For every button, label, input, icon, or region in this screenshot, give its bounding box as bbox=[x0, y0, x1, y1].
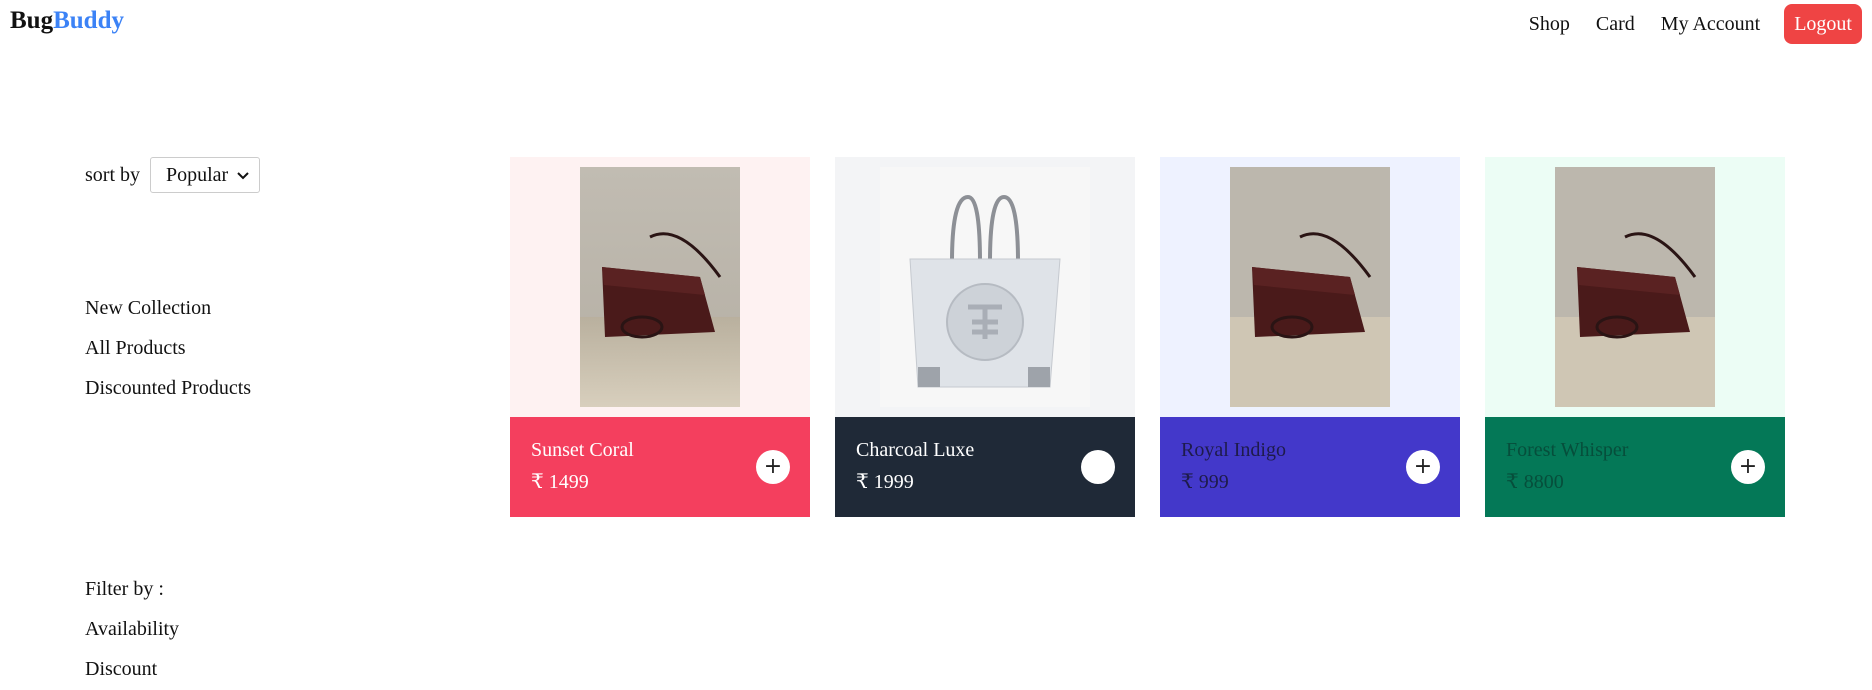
sort-label: sort by bbox=[85, 163, 140, 186]
menu-item-new-collection[interactable]: New Collection bbox=[85, 295, 251, 335]
product-image-brown-handbag bbox=[580, 167, 740, 407]
product-card[interactable]: Royal Indigo ₹ 999 + bbox=[1160, 157, 1460, 517]
filter-section: Filter by : Availability Discount bbox=[85, 576, 179, 690]
product-card[interactable]: Charcoal Luxe ₹ 1999 bbox=[835, 157, 1135, 517]
product-name: Sunset Coral bbox=[531, 439, 634, 461]
product-image-area bbox=[510, 157, 810, 417]
product-image-area bbox=[1485, 157, 1785, 417]
logo-part-buddy: Buddy bbox=[53, 7, 124, 34]
product-info-panel: Forest Whisper ₹ 8800 + bbox=[1485, 417, 1785, 517]
product-price: ₹ 1499 bbox=[531, 471, 589, 493]
product-image-brown-handbag bbox=[1230, 167, 1390, 407]
product-card[interactable]: Forest Whisper ₹ 8800 + bbox=[1485, 157, 1785, 517]
logo[interactable]: BugBuddy bbox=[10, 7, 124, 35]
logout-button[interactable]: Logout bbox=[1784, 4, 1862, 44]
main-nav: Shop Card My Account Logout bbox=[1503, 4, 1862, 44]
product-image-brown-handbag bbox=[1555, 167, 1715, 407]
menu-item-discounted-products[interactable]: Discounted Products bbox=[85, 375, 251, 415]
product-name: Royal Indigo bbox=[1181, 439, 1286, 461]
sort-select[interactable]: Popular bbox=[150, 157, 260, 193]
product-image-area bbox=[1160, 157, 1460, 417]
nav-shop-link[interactable]: Shop bbox=[1529, 13, 1570, 36]
product-name: Charcoal Luxe bbox=[856, 439, 975, 461]
menu-item-all-products[interactable]: All Products bbox=[85, 335, 251, 375]
category-menu: New Collection All Products Discounted P… bbox=[85, 295, 251, 415]
filter-label: Filter by : bbox=[85, 578, 164, 600]
product-card[interactable]: Sunset Coral ₹ 1499 + bbox=[510, 157, 810, 517]
product-info-panel: Charcoal Luxe ₹ 1999 bbox=[835, 417, 1135, 517]
product-price: ₹ 999 bbox=[1181, 471, 1229, 493]
product-grid: Sunset Coral ₹ 1499 + Charcoal Luxe ₹ 19… bbox=[510, 157, 1810, 517]
add-to-cart-button[interactable]: + bbox=[756, 450, 790, 484]
add-to-cart-button[interactable]: + bbox=[1731, 450, 1765, 484]
nav-card-link[interactable]: Card bbox=[1596, 13, 1635, 36]
add-to-cart-button[interactable]: + bbox=[1406, 450, 1440, 484]
filter-availability[interactable]: Availability bbox=[85, 616, 179, 656]
sort-select-value: Popular bbox=[166, 163, 229, 186]
product-price: ₹ 8800 bbox=[1506, 471, 1564, 493]
product-price: ₹ 1999 bbox=[856, 471, 914, 493]
sort-control: sort by Popular bbox=[85, 157, 260, 193]
product-image-area bbox=[835, 157, 1135, 417]
add-to-cart-button[interactable] bbox=[1081, 450, 1115, 484]
site-header: BugBuddy Shop Card My Account Logout bbox=[0, 0, 1872, 46]
chevron-down-icon bbox=[237, 172, 249, 180]
nav-my-account-link[interactable]: My Account bbox=[1661, 13, 1760, 36]
logo-part-bug: Bug bbox=[10, 7, 54, 34]
product-image-white-tote-bag bbox=[880, 167, 1090, 407]
filter-discount[interactable]: Discount bbox=[85, 656, 179, 690]
product-info-panel: Royal Indigo ₹ 999 + bbox=[1160, 417, 1460, 517]
product-name: Forest Whisper bbox=[1506, 439, 1629, 461]
product-info-panel: Sunset Coral ₹ 1499 + bbox=[510, 417, 810, 517]
